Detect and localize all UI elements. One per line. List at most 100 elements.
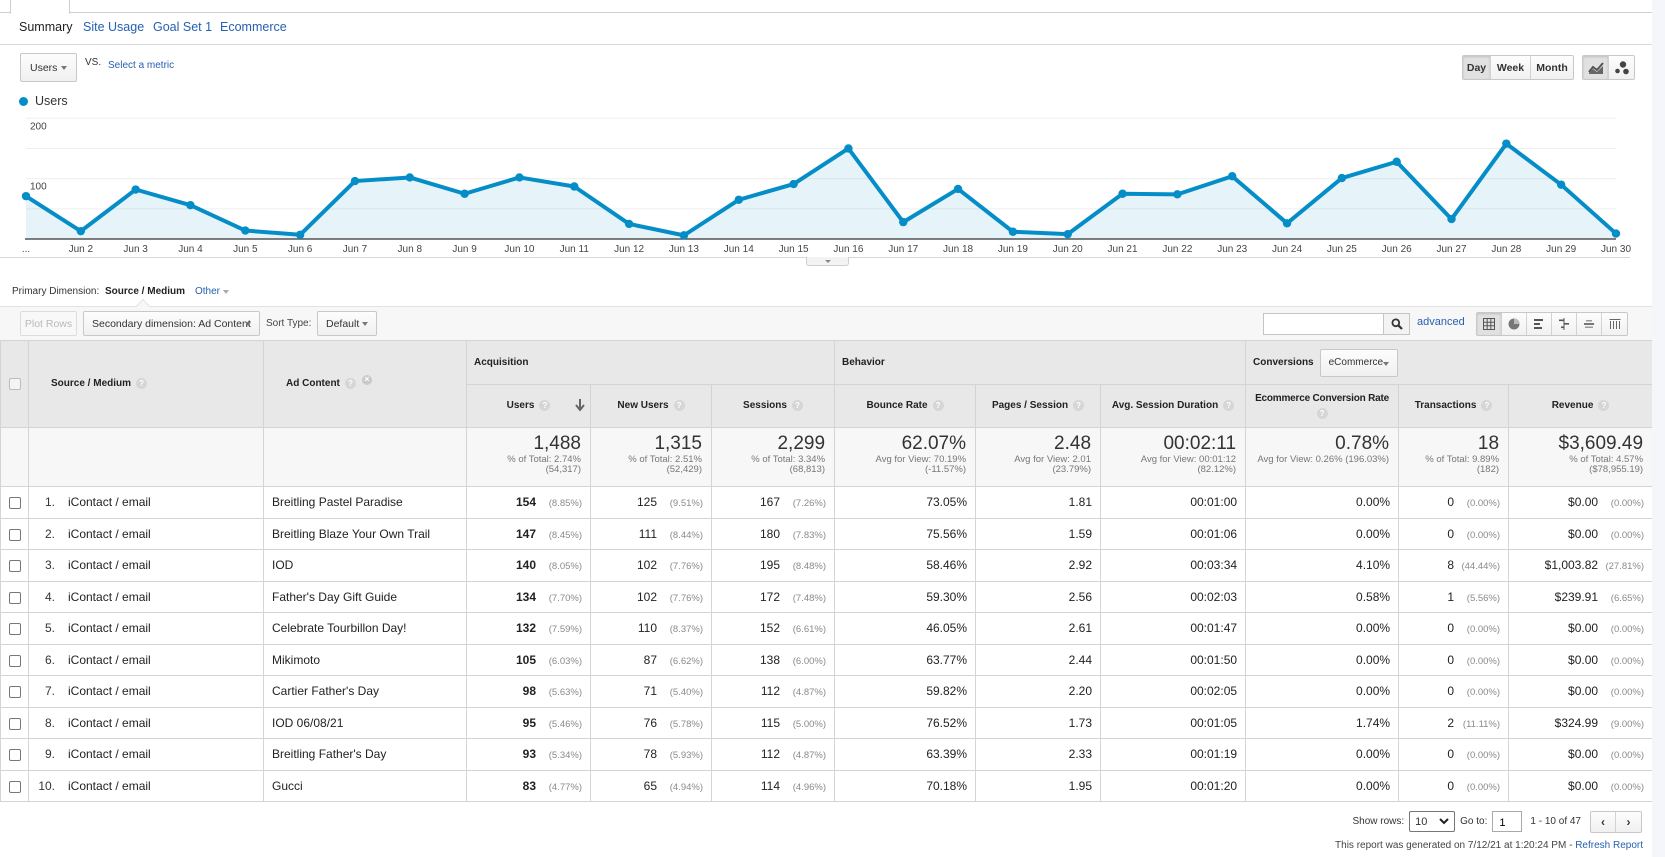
row-checkbox[interactable] [8,591,21,604]
legend-users-label[interactable]: Users [35,94,68,108]
primary-dimension-source-medium[interactable]: Source / Medium [105,286,185,297]
users-data-point[interactable] [1337,173,1347,183]
users-data-point[interactable] [186,201,195,210]
page-scroll-track[interactable] [1652,0,1665,857]
header-sessions[interactable]: Sessions? [710,384,836,428]
granularity-week-button[interactable]: Week [1491,56,1531,79]
users-data-point[interactable] [1392,157,1401,166]
header-bounce-rate[interactable]: Bounce Rate? [834,384,977,428]
table-row[interactable]: 3. iContact / email IOD 140 (8.05%) 102 (7.76%… [0,549,1654,582]
line-chart-button[interactable] [1583,56,1609,79]
help-icon[interactable]: ? [1073,400,1085,412]
sort-type-dropdown[interactable]: Default [317,311,377,336]
users-data-point[interactable] [460,189,469,198]
ad-content-link[interactable]: Celebrate Tourbillon Day! [272,621,407,635]
granularity-month-button[interactable]: Month [1531,56,1573,79]
users-data-point[interactable] [295,230,305,239]
table-row[interactable]: 6. iContact / email Mikimoto 105 (6.03%) 87 (6… [0,643,1654,676]
header-ecommerce-conversion-rate[interactable]: Ecommerce Conversion Rate? [1245,384,1400,428]
refresh-report-link[interactable]: Refresh Report [1575,840,1643,851]
users-data-point[interactable] [789,179,798,189]
header-revenue[interactable]: Revenue? [1508,384,1654,428]
motion-chart-button[interactable] [1609,56,1634,79]
help-icon[interactable]: ? [791,400,803,412]
sort-descending-icon[interactable] [575,399,585,411]
help-icon[interactable]: ? [539,400,551,412]
secondary-dimension-dropdown[interactable]: Secondary dimension: Ad Content [83,311,260,336]
term-cloud-view-button[interactable] [1577,313,1602,335]
table-row[interactable]: 9. iContact / email Breitling Father's Day… [0,738,1654,771]
conversions-goal-dropdown[interactable]: eCommerce [1319,348,1398,377]
ad-content-link[interactable]: IOD [272,558,293,572]
header-users[interactable]: Users? [466,384,591,428]
table-view-button[interactable] [1477,313,1502,335]
pivot-view-button[interactable] [1602,313,1627,335]
users-data-point[interactable] [734,195,743,204]
users-data-point[interactable] [1118,189,1127,198]
tab-summary[interactable]: Summary [19,20,72,34]
users-data-point[interactable] [1173,190,1182,199]
table-row[interactable]: 5. iContact / email Celebrate Tourbillon D… [0,612,1654,645]
header-ad-content[interactable]: Ad Content? × [263,340,467,428]
source-medium-link[interactable]: iContact / email [68,747,151,761]
users-data-point[interactable] [515,173,524,182]
users-data-point[interactable] [1502,139,1511,148]
users-data-point[interactable] [241,226,250,235]
users-data-point[interactable] [1008,227,1018,236]
header-avg-session-duration[interactable]: Avg. Session Duration? [1100,384,1247,428]
help-icon[interactable]: ? [1598,400,1610,412]
previous-page-button[interactable]: ‹ [1591,811,1616,832]
select-all-checkbox[interactable] [8,378,21,390]
ad-content-link[interactable]: Mikimoto [272,653,320,667]
users-data-point[interactable] [953,184,963,194]
header-source-medium[interactable]: Source / Medium? [28,340,264,428]
help-icon[interactable]: ? [136,378,148,390]
tab-goal-set-1[interactable]: Goal Set 1 [153,20,212,34]
table-row[interactable]: 7. iContact / email Cartier Father's Day 98… [0,675,1654,708]
ad-content-link[interactable]: Breitling Blaze Your Own Trail [272,527,430,541]
ad-content-link[interactable]: Father's Day Gift Guide [272,590,397,604]
source-medium-link[interactable]: iContact / email [68,621,151,635]
users-data-point[interactable] [131,185,140,194]
help-icon[interactable]: ? [932,400,944,412]
goto-page-input[interactable] [1492,811,1523,832]
users-data-point[interactable] [570,182,579,191]
table-row[interactable]: 4. iContact / email Father's Day Gift Guid… [0,580,1654,613]
users-data-point[interactable] [844,144,853,153]
header-pages-session[interactable]: Pages / Session? [975,384,1102,428]
ad-content-link[interactable]: Cartier Father's Day [272,684,379,698]
help-icon[interactable]: ? [1481,400,1493,412]
source-medium-link[interactable]: iContact / email [68,590,151,604]
row-checkbox[interactable] [8,623,21,636]
users-data-point[interactable] [1611,229,1621,238]
source-medium-link[interactable]: iContact / email [68,527,151,541]
source-medium-link[interactable]: iContact / email [68,653,151,667]
row-checkbox[interactable] [8,717,21,730]
users-data-point[interactable] [624,219,634,229]
tab-site-usage[interactable]: Site Usage [83,20,144,34]
users-data-point[interactable] [899,217,908,227]
plot-rows-button[interactable]: Plot Rows [20,311,77,336]
source-medium-link[interactable]: iContact / email [68,495,151,509]
search-button[interactable] [1383,313,1410,335]
help-icon[interactable]: ? [344,378,356,390]
pie-view-button[interactable] [1502,313,1527,335]
row-checkbox[interactable] [8,654,21,667]
metric-dropdown[interactable]: Users [20,53,77,82]
ad-content-link[interactable]: IOD 06/08/21 [272,716,343,730]
users-data-point[interactable] [405,173,414,182]
users-data-point[interactable] [1556,180,1566,189]
users-data-point[interactable] [1228,172,1237,181]
table-search-input[interactable] [1263,313,1384,335]
row-checkbox[interactable] [8,497,21,510]
users-data-point[interactable] [76,226,86,236]
help-icon[interactable]: ? [673,400,685,412]
users-data-point[interactable] [1447,214,1456,224]
comparison-view-button[interactable] [1552,313,1577,335]
explorer-tab[interactable] [10,0,70,14]
primary-dimension-other-dropdown[interactable]: Other [195,286,230,297]
users-data-point[interactable] [21,191,31,201]
source-medium-link[interactable]: iContact / email [68,779,151,793]
users-data-point[interactable] [679,231,689,240]
table-row[interactable]: 2. iContact / email Breitling Blaze Your O… [0,517,1654,550]
